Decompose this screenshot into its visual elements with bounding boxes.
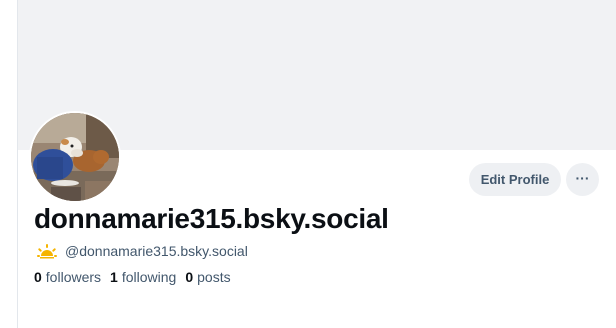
posts-count: 0 bbox=[185, 269, 194, 285]
posts-stat: 0 posts bbox=[185, 269, 230, 285]
ellipsis-icon: ··· bbox=[575, 170, 590, 186]
edit-profile-button[interactable]: Edit Profile bbox=[469, 163, 561, 196]
handle-row: @donnamarie315.bsky.social bbox=[37, 242, 248, 260]
profile-avatar[interactable] bbox=[29, 111, 121, 203]
followers-label: followers bbox=[45, 269, 102, 285]
more-options-button[interactable]: ··· bbox=[566, 163, 599, 196]
posts-label: posts bbox=[197, 269, 231, 285]
following-label: following bbox=[121, 269, 177, 285]
followers-count: 0 bbox=[34, 269, 42, 285]
following-link[interactable]: 1 following bbox=[110, 269, 176, 285]
following-count: 1 bbox=[110, 269, 118, 285]
followers-link[interactable]: 0 followers bbox=[34, 269, 101, 285]
profile-display-name: donnamarie315.bsky.social bbox=[34, 203, 389, 234]
avatar-dog-image bbox=[31, 113, 119, 201]
profile-stats: 0 followers 1 following 0 posts bbox=[34, 269, 231, 285]
profile-handle: @donnamarie315.bsky.social bbox=[65, 243, 248, 259]
sunrise-icon bbox=[37, 244, 57, 259]
profile-page: Edit Profile ··· donnamarie315.bsky.soci… bbox=[0, 0, 616, 328]
